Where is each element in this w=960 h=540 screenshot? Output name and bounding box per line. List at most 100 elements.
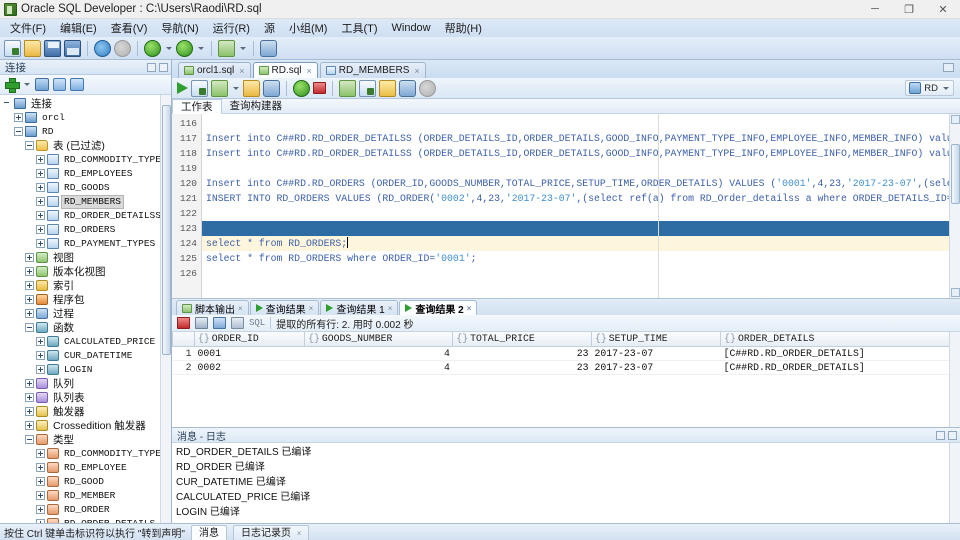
table-cell[interactable]: 2017-23-07 [591, 346, 721, 361]
navigate-forward-dropdown-icon[interactable] [196, 40, 205, 56]
tree-item[interactable]: RD_MEMBERS [0, 194, 171, 209]
tree-item[interactable]: RD [0, 125, 171, 139]
close-icon[interactable]: × [238, 304, 243, 313]
table-cell[interactable]: 23 [452, 346, 592, 361]
autotrace-icon[interactable] [211, 79, 228, 97]
collapse-icon[interactable] [25, 141, 34, 151]
unshared-worksheet-icon[interactable] [339, 79, 356, 97]
tree-item[interactable]: RD_GOOD [0, 475, 171, 489]
navigate-forward-icon[interactable] [176, 39, 193, 57]
expand-icon[interactable] [25, 267, 34, 277]
close-icon[interactable]: × [414, 66, 419, 76]
sql-worksheet[interactable]: 116 117 118 119 120 121 122 123 124 125 126 Insert… [172, 114, 960, 299]
tree-item[interactable]: 函数 [0, 321, 171, 335]
connections-tree[interactable]: 连接 orcl RD 表 (已过滤) RD_COMMODITY_TYPES RD_EMPL… [0, 94, 171, 523]
tree-item[interactable]: LOGIN [0, 363, 171, 377]
tree-item[interactable]: RD_GOODS [0, 181, 171, 195]
expand-icon[interactable] [25, 379, 34, 389]
code-line[interactable] [202, 221, 960, 236]
tree-item[interactable]: 触发器 [0, 405, 171, 419]
team-dropdown-icon[interactable] [238, 40, 247, 56]
tree-item[interactable]: RD_COMMODITY_TYPES [0, 153, 171, 167]
result-tab-1[interactable]: 查询结果 × [249, 300, 320, 316]
column-header[interactable]: {} SETUP_TIME [591, 332, 722, 347]
expand-icon[interactable] [36, 491, 45, 501]
menu-edit[interactable]: 编辑(E) [53, 19, 104, 37]
expand-icon[interactable] [25, 295, 34, 305]
tree-item[interactable]: 连接 [0, 97, 171, 111]
menu-team[interactable]: 小组(M) [282, 19, 335, 37]
restore-panel-icon[interactable] [948, 430, 957, 440]
expand-icon[interactable] [36, 519, 45, 523]
expand-icon[interactable] [36, 351, 45, 361]
open-file-icon[interactable] [24, 39, 41, 57]
expand-icon[interactable] [36, 183, 45, 193]
expand-icon[interactable] [36, 365, 45, 375]
subtab-worksheet[interactable]: 工作表 [172, 98, 222, 114]
tree-item[interactable]: 视图 [0, 251, 171, 265]
tree-item[interactable]: 过程 [0, 307, 171, 321]
tree-item[interactable]: 程序包 [0, 293, 171, 307]
run-script-icon[interactable] [191, 79, 208, 97]
undo-icon[interactable] [94, 39, 111, 57]
to-upper-icon[interactable] [359, 79, 376, 97]
navigate-back-dropdown-icon[interactable] [164, 40, 173, 56]
table-cell[interactable]: [C##RD.RD_ORDER_DETAILS] [720, 346, 960, 361]
clear-icon[interactable] [231, 317, 244, 329]
sql-code-area[interactable]: Insert into C##RD.RD_ORDER_DETAILSS (ORD… [202, 114, 960, 298]
status-tab-messages[interactable]: 消息 [191, 524, 227, 540]
table-cell[interactable]: 0001 [194, 346, 305, 361]
maximize-button[interactable]: ❐ [892, 0, 926, 19]
explain-plan-icon[interactable] [243, 79, 260, 97]
close-icon[interactable]: × [467, 304, 472, 313]
expand-icon[interactable] [36, 477, 45, 487]
results-grid[interactable]: {} ORDER_ID{} GOODS_NUMBER{} TOTAL_PRICE{} S… [172, 332, 960, 427]
pin-icon[interactable] [177, 317, 190, 329]
group-icon[interactable] [70, 77, 84, 91]
code-line[interactable]: Insert into C##RD.RD_ORDER_DETAILSS (ORD… [202, 131, 960, 146]
collapse-icon[interactable] [25, 435, 34, 445]
expand-icon[interactable] [14, 113, 23, 123]
collapse-icon[interactable] [14, 127, 23, 137]
connection-dropdown-icon[interactable] [22, 76, 31, 92]
table-row[interactable]: 1 0001 4 23 2017-23-07 [C##RD.RD_ORDER_DETAIL… [172, 346, 960, 361]
expand-icon[interactable] [36, 169, 45, 179]
expand-icon[interactable] [36, 197, 45, 207]
expand-icon[interactable] [36, 337, 45, 347]
result-tab-2[interactable]: 查询结果 1 × [320, 300, 399, 316]
code-line[interactable] [202, 116, 960, 131]
expand-icon[interactable] [36, 463, 45, 473]
expand-icon[interactable] [36, 505, 45, 515]
status-tab-logging-page[interactable]: 日志记录页 × [233, 524, 310, 540]
tree-item[interactable]: 队列 [0, 377, 171, 391]
editor-vertical-scrollbar[interactable] [949, 114, 960, 298]
new-connection-icon[interactable] [5, 77, 20, 93]
code-line[interactable]: Insert into C##RD.RD_ORDER_DETAILSS (ORD… [202, 146, 960, 161]
result-tab-3[interactable]: 查询结果 2 × [399, 300, 478, 316]
expand-icon[interactable] [25, 421, 34, 431]
table-cell[interactable]: [C##RD.RD_ORDER_DETAILS] [720, 360, 960, 375]
expand-icon[interactable] [36, 449, 45, 459]
menu-help[interactable]: 帮助(H) [438, 19, 489, 37]
close-icon[interactable]: × [388, 304, 393, 313]
code-line[interactable] [202, 161, 960, 176]
tree-item[interactable]: 表 (已过滤) [0, 139, 171, 153]
expand-icon[interactable] [36, 239, 45, 249]
editor-scroll-thumb[interactable] [951, 144, 960, 204]
minimize-button[interactable]: ─ [858, 0, 892, 19]
close-icon[interactable]: × [309, 304, 314, 313]
menu-window[interactable]: Window [385, 21, 438, 35]
editor-tab-orcl1-sql[interactable]: orcl1.sql × [178, 62, 251, 78]
rollback-icon[interactable] [313, 82, 326, 94]
query-builder-icon[interactable] [399, 79, 416, 97]
menu-view[interactable]: 查看(V) [104, 19, 155, 37]
scroll-down-icon[interactable] [951, 288, 960, 297]
scroll-up-icon[interactable] [951, 115, 960, 124]
table-cell[interactable]: 23 [452, 360, 592, 375]
expand-icon[interactable] [25, 407, 34, 417]
tree-item[interactable]: RD_ORDER [0, 503, 171, 517]
tree-item[interactable]: 类型 [0, 433, 171, 447]
tree-item[interactable]: RD_EMPLOYEE [0, 461, 171, 475]
editor-tab-rd-sql[interactable]: RD.sql × [252, 62, 318, 78]
tree-item[interactable]: 队列表 [0, 391, 171, 405]
